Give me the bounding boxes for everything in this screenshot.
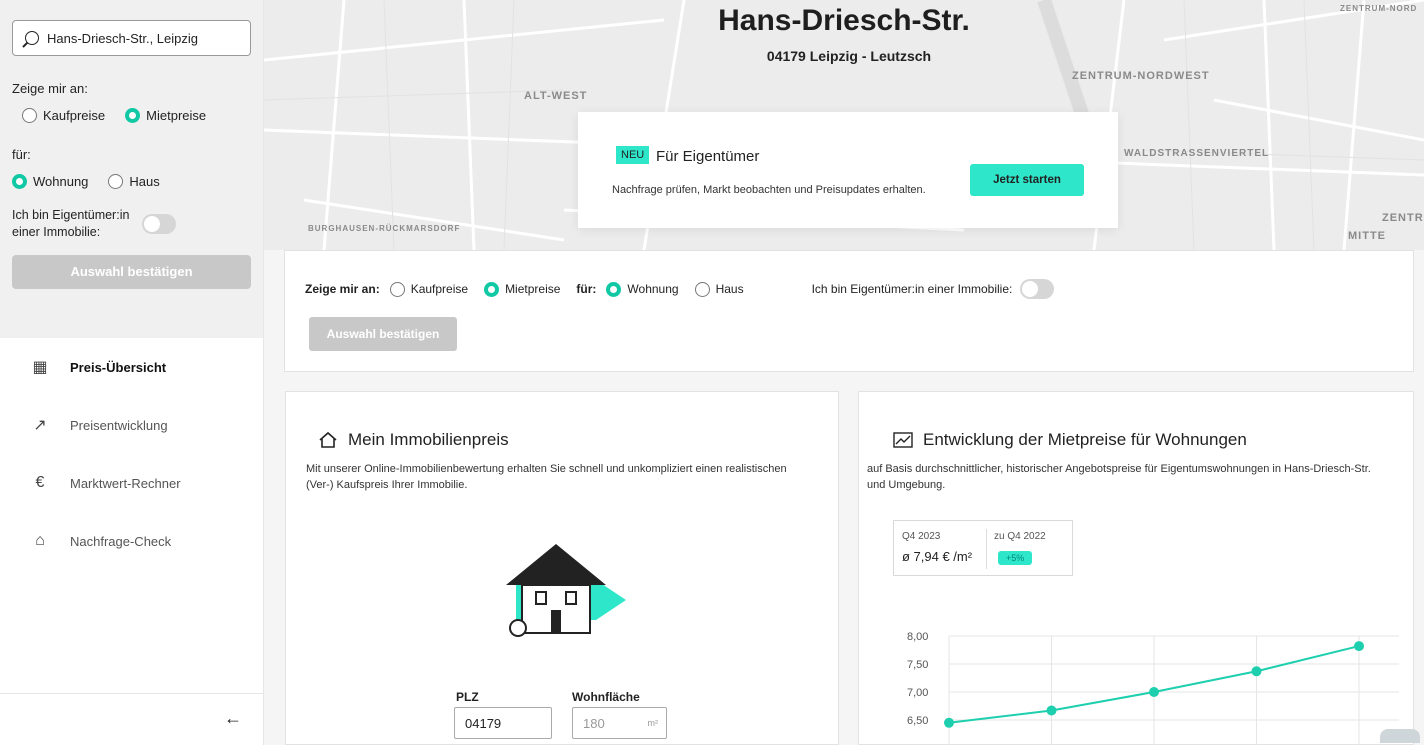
- area-unit: m²: [647, 718, 659, 728]
- nav-preis-uebersicht[interactable]: ▦ Preis-Übersicht: [30, 338, 233, 396]
- search-icon: [25, 31, 39, 45]
- euro-coin-icon: €: [35, 474, 45, 491]
- property-type-options: Wohnung Haus: [12, 174, 251, 189]
- nav-preisentwicklung[interactable]: ↗ Preisentwicklung: [30, 396, 233, 454]
- map-label-alt-west: ALT-WEST: [524, 90, 588, 102]
- radio-kaufpreise[interactable]: Kaufpreise: [22, 108, 105, 123]
- card-description: Mit unserer Online-Immobilienbewertung e…: [306, 463, 787, 491]
- radio-haus[interactable]: Haus: [108, 174, 160, 189]
- filter-for-label: für:: [576, 282, 597, 296]
- price-type-options: Kaufpreise Mietpreise: [12, 108, 251, 123]
- rent-development-card: Entwicklung der Mietpreise für Wohnungen…: [858, 391, 1414, 745]
- filter-owner-toggle[interactable]: [1020, 279, 1055, 299]
- change-badge: +5%: [998, 551, 1033, 565]
- promo-title: Für Eigentümer: [656, 148, 760, 165]
- filter-radio-mietpreise[interactable]: Mietpreise: [484, 281, 560, 297]
- corner-decoration: [1380, 729, 1420, 743]
- plz-input[interactable]: 04179: [454, 707, 552, 739]
- search-value: Hans-Driesch-Str., Leipzig: [47, 30, 198, 46]
- price-stats-box: Q4 2023 ø 7,94 € /m² zu Q4 2022 +5%: [893, 520, 1073, 576]
- promo-text: Nachfrage prüfen, Markt beobachten und P…: [612, 184, 926, 196]
- average-price: ø 7,94 € /m²: [902, 549, 973, 564]
- y-tick-label: 6,50: [907, 715, 928, 727]
- arrow-left-icon[interactable]: ←: [224, 708, 242, 729]
- filter-panel: Zeige mir an: Kaufpreise Mietpreise für:…: [284, 250, 1414, 372]
- map-label-zentr: ZENTR: [1382, 212, 1424, 224]
- street-title: Hans-Driesch-Str.: [718, 4, 970, 37]
- data-point: [1354, 641, 1364, 652]
- compare-label: zu Q4 2022: [994, 531, 1046, 542]
- map-label-mitte: MITTE: [1348, 230, 1386, 242]
- owner-label: Ich bin Eigentümer:in einer Immobilie:: [12, 208, 130, 239]
- filter-radio-wohnung[interactable]: Wohnung: [606, 281, 679, 297]
- card-title: Entwicklung der Mietpreise für Wohnungen: [893, 430, 1247, 450]
- nav-marktwert-rechner[interactable]: € Marktwert-Rechner: [30, 454, 233, 512]
- house-illustration: [506, 544, 626, 637]
- area-input[interactable]: 180 m²: [572, 707, 667, 739]
- show-label: Zeige mir an:: [12, 81, 88, 96]
- nav-nachfrage-check[interactable]: ⌂ Nachfrage-Check: [30, 512, 233, 570]
- for-label: für:: [12, 147, 31, 162]
- sidebar-collapse: ←: [0, 693, 264, 745]
- area-label: Wohnfläche: [572, 690, 640, 704]
- trend-chart-icon: ↗: [33, 417, 47, 434]
- postal-subtitle: 04179 Leipzig - Leutzsch: [766, 48, 932, 64]
- owner-toggle[interactable]: [142, 213, 176, 234]
- map-header: ALT-WEST ZENTRUM-NORDWEST WALDSTRASSENVI…: [264, 0, 1424, 250]
- sidebar-filter-panel: Hans-Driesch-Str., Leipzig Zeige mir an:…: [0, 0, 263, 338]
- confirm-button[interactable]: Auswahl bestätigen: [12, 254, 251, 289]
- plz-label: PLZ: [456, 690, 479, 704]
- sidebar: Hans-Driesch-Str., Leipzig Zeige mir an:…: [0, 0, 264, 745]
- data-point: [1149, 687, 1159, 697]
- sidebar-nav: ▦ Preis-Übersicht ↗ Preisentwicklung € Mark…: [0, 338, 263, 570]
- data-point: [944, 717, 954, 728]
- owner-promo-card: NEU Für Eigentümer Nachfrage prüfen, Mar…: [578, 112, 1118, 228]
- start-now-button[interactable]: Jetzt starten: [970, 164, 1084, 196]
- property-price-card: Mein Immobilienpreis Mit unserer Online-…: [285, 391, 839, 745]
- map-label-burghausen: BURGHAUSEN-RÜCKMARSDORF: [308, 224, 461, 233]
- data-point: [1251, 666, 1262, 677]
- filter-row: Zeige mir an: Kaufpreise Mietpreise für:…: [305, 279, 1055, 299]
- new-badge: NEU: [616, 146, 650, 164]
- map-icon: ▦: [32, 359, 48, 376]
- filter-confirm-button[interactable]: Auswahl bestätigen: [309, 317, 457, 351]
- trend-chart-icon: [893, 432, 913, 448]
- card-description: auf Basis durchschnittlicher, historisch…: [867, 463, 1371, 491]
- filter-radio-haus[interactable]: Haus: [694, 281, 744, 297]
- y-tick-label: 7,50: [907, 659, 928, 671]
- filter-show-label: Zeige mir an:: [305, 282, 380, 296]
- radio-wohnung[interactable]: Wohnung: [12, 174, 88, 189]
- search-input[interactable]: Hans-Driesch-Str., Leipzig: [12, 20, 251, 56]
- data-point: [1046, 705, 1057, 716]
- y-tick-label: 8,00: [907, 631, 928, 643]
- card-title: Mein Immobilienpreis: [318, 430, 509, 450]
- house-euro-icon: [319, 431, 337, 448]
- rent-line-chart: 8,00 7,50 7,00 6,50: [907, 631, 1399, 745]
- filter-radio-kaufpreise[interactable]: Kaufpreise: [389, 281, 468, 297]
- filter-owner: Ich bin Eigentümer:in einer Immobilie:: [812, 279, 1055, 299]
- map-label-waldstrassenviertel: WALDSTRASSENVIERTEL: [1124, 148, 1270, 159]
- filter-owner-label: Ich bin Eigentümer:in einer Immobilie:: [811, 282, 1013, 296]
- quarter-label: Q4 2023: [902, 531, 941, 542]
- owner-row: Ich bin Eigentümer:in einer Immobilie:: [12, 207, 251, 241]
- y-tick-label: 7,00: [907, 687, 928, 699]
- map-label-zentrum-nordwest: ZENTRUM-NORDWEST: [1072, 70, 1210, 82]
- radio-mietpreise[interactable]: Mietpreise: [125, 108, 206, 123]
- house-search-icon: ⌂: [35, 532, 45, 549]
